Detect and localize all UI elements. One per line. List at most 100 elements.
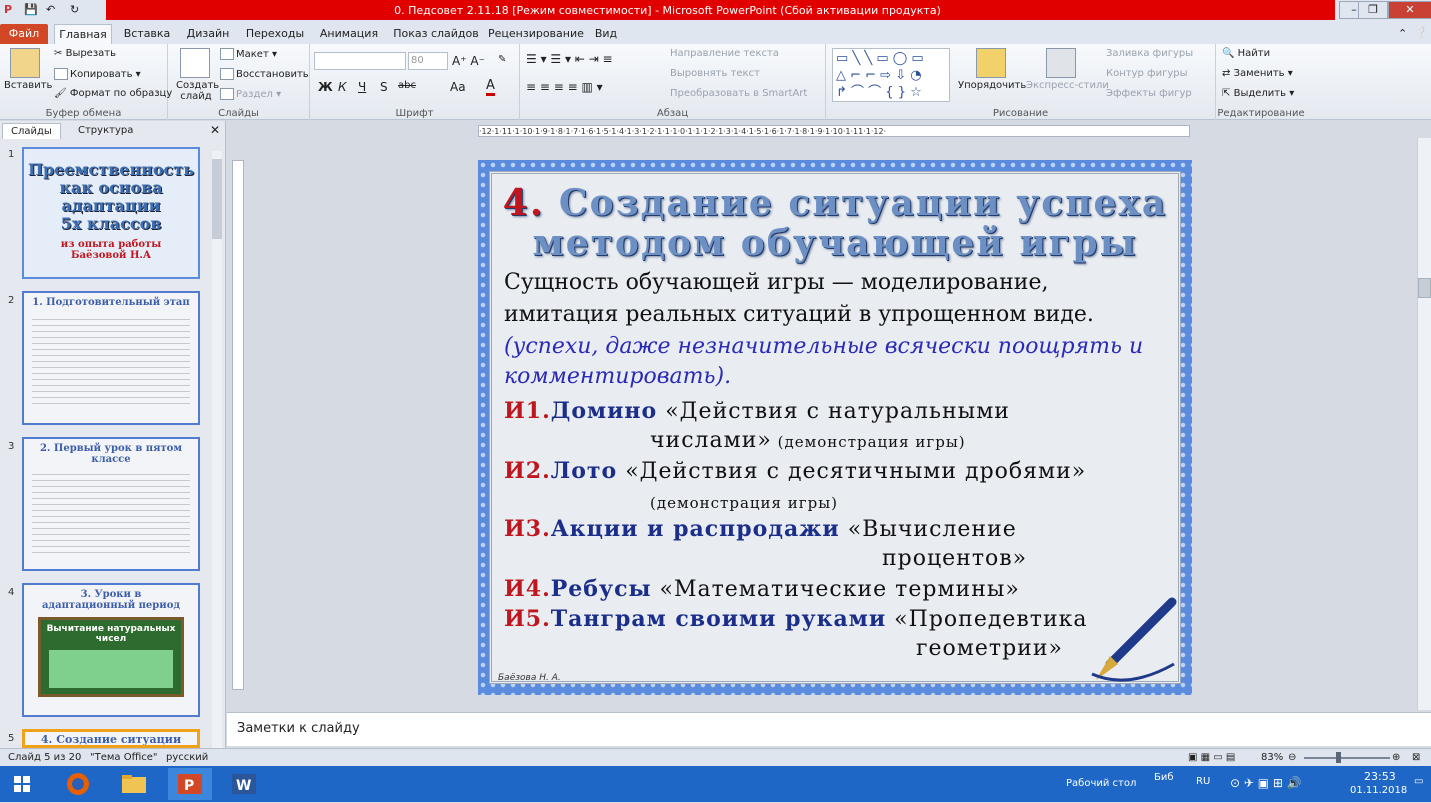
new-slide-icon[interactable]: [180, 48, 210, 78]
shape-fill-button[interactable]: Заливка фигуры: [1106, 48, 1193, 59]
smartart-button[interactable]: Преобразовать в SmartArt: [670, 88, 807, 99]
slide-title-line1[interactable]: 4. Создание ситуации успеха: [492, 182, 1178, 224]
game-item-2-demo[interactable]: (демонстрация игры): [650, 494, 838, 512]
explorer-icon[interactable]: [112, 768, 156, 800]
slide-thumbnail-1[interactable]: Преемственность как основа адаптации 5х …: [22, 147, 200, 279]
paste-icon[interactable]: [10, 48, 40, 78]
panel-scrollbar[interactable]: [212, 151, 222, 751]
quick-styles-icon[interactable]: [1046, 48, 1076, 78]
game-item-2[interactable]: И2.Лото «Действия с десятичными дробями»: [504, 458, 1086, 484]
arrange-button[interactable]: Упорядочить: [958, 80, 1026, 91]
firefox-icon[interactable]: [56, 768, 100, 800]
shape-outline-button[interactable]: Контур фигуры: [1106, 68, 1188, 79]
change-case-button[interactable]: Aa: [450, 80, 466, 94]
tab-view[interactable]: Вид: [590, 24, 622, 44]
tab-animation[interactable]: Анимация: [316, 24, 382, 44]
slide-title-line2[interactable]: методом обучающей игры: [492, 222, 1178, 264]
tray-icons[interactable]: ⊙ ✈ ▣ ⊞ 🔊: [1230, 776, 1302, 790]
slide-thumbnail-5[interactable]: 4. Создание ситуации успеха: [22, 729, 200, 748]
notes-placeholder[interactable]: Заметки к слайду: [237, 721, 360, 736]
copy-button[interactable]: Копировать ▾: [54, 68, 141, 80]
slide-thumbnail-2[interactable]: 1. Подготовительный этап: [22, 291, 200, 425]
panel-scroll-thumb[interactable]: [212, 159, 222, 239]
tab-transitions[interactable]: Переходы: [244, 24, 306, 44]
bold-button[interactable]: Ж: [318, 80, 333, 94]
shadow-button[interactable]: S: [380, 80, 388, 94]
tab-insert[interactable]: Вставка: [118, 24, 176, 44]
word-taskbar-icon[interactable]: W: [222, 768, 266, 800]
new-slide-button[interactable]: Создать слайд: [176, 80, 219, 102]
tab-home[interactable]: Главная: [54, 24, 112, 44]
tab-outline[interactable]: Структура: [70, 123, 141, 139]
clear-format-icon[interactable]: ✎: [498, 54, 506, 65]
align-text-button[interactable]: Выровнять текст: [670, 68, 760, 79]
slide-paragraph-1[interactable]: Сущность обучающей игры — моделирование,: [504, 270, 1048, 295]
ribbon-collapse-icon[interactable]: ⌃: [1398, 27, 1407, 40]
text-direction-button[interactable]: Направление текста: [670, 48, 779, 59]
game-item-1[interactable]: И1.Домино «Действия с натуральными: [504, 398, 1010, 424]
clock-time[interactable]: 23:53: [1364, 770, 1396, 783]
zoom-slider[interactable]: [1304, 757, 1390, 759]
layout-button[interactable]: Макет ▾: [220, 48, 277, 60]
section-button[interactable]: Раздел ▾: [220, 88, 281, 100]
notifications-icon[interactable]: ▭: [1414, 776, 1423, 787]
grow-font-icon[interactable]: A⁺ A⁻: [452, 54, 485, 68]
game-item-3-cont[interactable]: процентов»: [882, 546, 1027, 571]
paste-button[interactable]: Вставить: [4, 80, 52, 91]
replace-button[interactable]: ⇄ Заменить ▾: [1222, 68, 1293, 79]
shape-effects-button[interactable]: Эффекты фигур: [1106, 88, 1192, 99]
select-button[interactable]: ⇱ Выделить ▾: [1222, 88, 1294, 99]
zoom-level[interactable]: 83%: [1261, 752, 1283, 763]
language-indicator[interactable]: RU: [1196, 776, 1210, 787]
align-icons[interactable]: ≡ ≡ ≡ ≡ ▥ ▾: [526, 80, 603, 94]
close-button[interactable]: ✕: [1388, 1, 1431, 19]
quick-styles-button[interactable]: Экспресс-стили: [1026, 80, 1109, 91]
status-language[interactable]: русский: [166, 752, 208, 763]
game-item-5-cont[interactable]: геометрии»: [916, 636, 1063, 661]
clock-date[interactable]: 01.11.2018: [1350, 785, 1407, 796]
tab-design[interactable]: Дизайн: [182, 24, 234, 44]
tab-slides[interactable]: Слайды: [2, 123, 61, 139]
underline-button[interactable]: Ч: [358, 80, 366, 94]
font-name-combo[interactable]: [314, 52, 406, 70]
library-toolbar[interactable]: Биб: [1154, 772, 1174, 783]
tab-review[interactable]: Рецензирование: [488, 24, 584, 44]
desktop-toolbar[interactable]: Рабочий стол: [1066, 778, 1136, 789]
zoom-slider-thumb[interactable]: [1336, 752, 1341, 763]
slide-paragraph-2[interactable]: имитация реальных ситуаций в упрощенном …: [504, 302, 1094, 327]
status-theme[interactable]: "Тема Office": [90, 752, 158, 763]
reset-button[interactable]: Восстановить: [220, 68, 309, 80]
zoom-in-icon[interactable]: ⊕: [1392, 752, 1400, 763]
italic-button[interactable]: К: [338, 80, 347, 94]
game-item-5[interactable]: И5.Танграм своими руками «Пропедевтика: [504, 606, 1088, 632]
powerpoint-taskbar-icon[interactable]: P: [168, 768, 212, 800]
bullets-icon[interactable]: ☰ ▾ ☰ ▾ ⇤ ⇥ ≡: [526, 52, 613, 66]
font-size-combo[interactable]: 80: [408, 52, 448, 70]
find-button[interactable]: 🔍 Найти: [1222, 48, 1270, 59]
font-color-button[interactable]: A: [486, 78, 495, 96]
slide-thumbnail-4[interactable]: 3. Уроки в адаптационный период Вычитани…: [22, 583, 200, 717]
strikethrough-button[interactable]: abc: [398, 80, 416, 91]
tab-slideshow[interactable]: Показ слайдов: [392, 24, 480, 44]
tab-file[interactable]: Файл: [0, 24, 48, 44]
game-item-3[interactable]: И3.Акции и распродажи «Вычисление: [504, 516, 1017, 542]
arrange-icon[interactable]: [976, 48, 1006, 78]
slide-thumbnail-3[interactable]: 2. Первый урок в пятом классе: [22, 437, 200, 571]
game-item-4[interactable]: И4.Ребусы «Математические термины»: [504, 576, 1020, 602]
format-painter-button[interactable]: 🖌 Формат по образцу: [54, 88, 172, 99]
fit-slide-icon[interactable]: ⊠: [1412, 752, 1420, 763]
game-item-1-cont[interactable]: числами» (демонстрация игры): [650, 428, 966, 453]
zoom-out-icon[interactable]: ⊖: [1288, 752, 1296, 763]
editor-scroll-thumb[interactable]: [1418, 278, 1431, 298]
slide-paragraph-4[interactable]: комментировать).: [504, 364, 731, 389]
slide-paragraph-3[interactable]: (успехи, даже незначительные всячески по…: [504, 334, 1143, 359]
help-icon[interactable]: ❔: [1414, 26, 1428, 39]
editor-scrollbar[interactable]: [1417, 138, 1431, 710]
current-slide[interactable]: 4. Создание ситуации успеха методом обуч…: [478, 160, 1192, 695]
view-buttons-icon[interactable]: ▣ ▦ ▭ ▤: [1188, 752, 1235, 763]
close-panel-icon[interactable]: ✕: [210, 123, 220, 137]
maximize-button[interactable]: ❐: [1358, 1, 1388, 19]
start-button[interactable]: [0, 768, 44, 800]
cut-button[interactable]: ✂ Вырезать: [54, 48, 116, 59]
notes-pane[interactable]: Заметки к слайду: [227, 712, 1431, 746]
